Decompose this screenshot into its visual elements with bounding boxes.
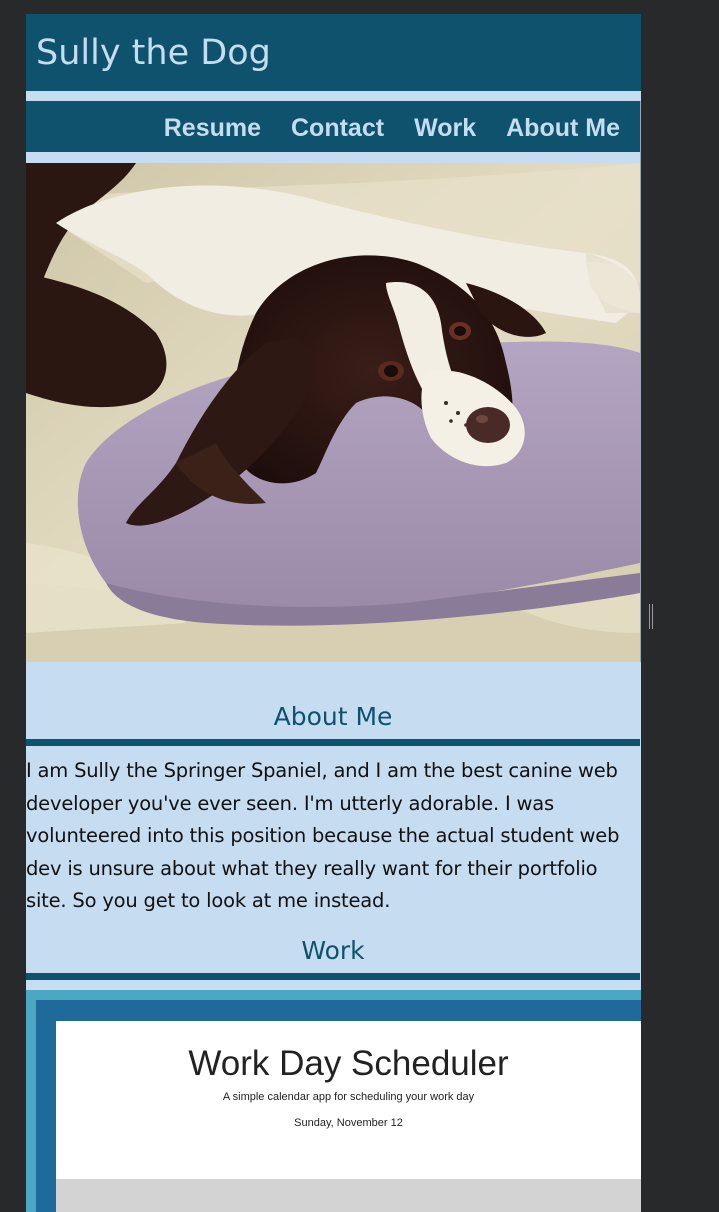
project-date: Sunday, November 12 [294, 1117, 403, 1129]
project-subtitle: A simple calendar app for scheduling you… [222, 1091, 475, 1103]
site-header: Sully the Dog [26, 14, 641, 91]
nav-link-work[interactable]: Work [414, 110, 476, 143]
work-divider [26, 973, 640, 980]
project-title: Work Day Scheduler [188, 1044, 509, 1083]
about-body-text: I am Sully the Springer Spaniel, and I a… [26, 759, 620, 913]
site-title: Sully the Dog [36, 33, 271, 73]
panel-resize-handle[interactable] [649, 604, 654, 629]
about-heading: About Me [273, 702, 393, 731]
work-project-screenshot[interactable]: Work Day Scheduler A simple calendar app… [56, 1021, 641, 1212]
work-project-card[interactable]: Work Day Scheduler A simple calendar app… [26, 990, 641, 1212]
nav-bar: Resume Contact Work About Me [26, 101, 640, 152]
nav-link-contact[interactable]: Contact [291, 110, 384, 143]
nav-links: Resume Contact Work About Me [164, 101, 620, 152]
nav-link-resume[interactable]: Resume [164, 110, 261, 143]
project-gray-panel [56, 1179, 641, 1212]
dog-photo-icon [26, 163, 640, 662]
page-viewport: Sully the Dog Resume Contact Work About … [26, 14, 641, 1212]
content-right-border [640, 101, 641, 662]
nav-link-about-me[interactable]: About Me [506, 110, 620, 143]
about-divider [26, 739, 640, 746]
hero-dog-photo [26, 163, 640, 662]
work-heading: Work [301, 936, 365, 965]
